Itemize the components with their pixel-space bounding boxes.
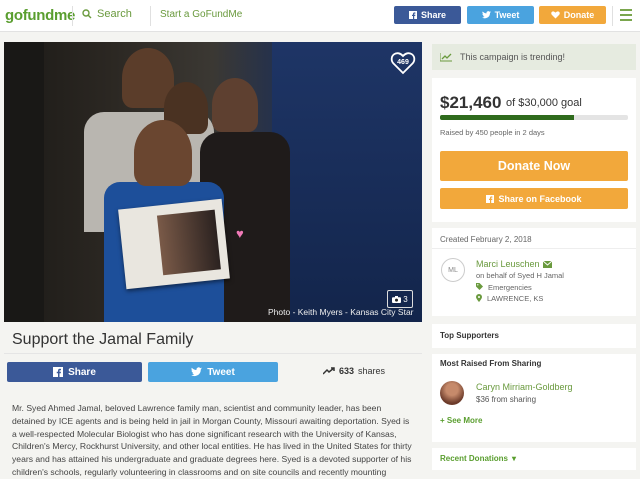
tweet-button[interactable]: Tweet — [148, 362, 278, 382]
twitter-icon — [191, 367, 203, 377]
facebook-icon — [408, 11, 417, 19]
amount-raised: $21,460 — [440, 93, 502, 112]
recent-donations-label: Recent Donations — [440, 454, 509, 463]
trending-text: This campaign is trending! — [460, 52, 566, 62]
header-tweet-button[interactable]: Tweet — [467, 6, 534, 24]
start-gofundme-link[interactable]: Start a GoFundMe — [160, 9, 242, 20]
header-donate-button[interactable]: Donate — [539, 6, 606, 24]
photo-wall — [4, 42, 44, 322]
share-on-facebook-label: Share on Facebook — [498, 193, 582, 204]
photo-door — [272, 42, 422, 322]
search-label: Search — [97, 8, 132, 20]
organizer-name: Marci Leuschen — [476, 259, 540, 269]
see-more-link[interactable]: + See More — [440, 416, 482, 425]
campaign-title: Support the Jamal Family — [12, 331, 194, 348]
divider — [72, 6, 73, 26]
donate-now-button[interactable]: Donate Now — [440, 151, 628, 181]
most-raised-title: Most Raised From Sharing — [440, 359, 542, 368]
organizer-category[interactable]: Emergencies — [476, 283, 532, 292]
divider — [150, 6, 151, 26]
search-icon — [82, 9, 92, 19]
header-share-button[interactable]: Share — [394, 6, 461, 24]
heart-icon — [550, 11, 560, 19]
share-on-facebook-button[interactable]: Share on Facebook — [440, 188, 628, 209]
pink-heart-icon: ♥ — [236, 226, 244, 241]
goal-text: of $30,000 goal — [506, 97, 582, 109]
location-label: LAWRENCE, KS — [487, 294, 544, 303]
top-supporters-header[interactable]: Top Supporters — [432, 324, 636, 348]
facebook-icon — [486, 194, 495, 203]
recent-donations-dropdown[interactable]: Recent Donations ▾ — [432, 448, 636, 470]
heart-count: 469 — [397, 59, 409, 66]
most-raised-card: Most Raised From Sharing Caryn Mirriam-G… — [432, 354, 636, 442]
organizer-location: LAWRENCE, KS — [476, 294, 543, 303]
progress-fill — [440, 115, 575, 120]
facebook-icon — [53, 367, 64, 377]
organizer-avatar[interactable]: ML — [441, 258, 465, 282]
campaign-hero-photo[interactable]: ♥ 469 Photo - Keith Myers - Kansas City … — [4, 42, 422, 322]
gofundme-logo[interactable]: gofundme — [5, 7, 75, 24]
photo-credit: Photo - Keith Myers - Kansas City Star — [268, 307, 414, 317]
twitter-icon — [481, 11, 491, 19]
chevron-down-icon: ▾ — [512, 454, 517, 463]
photo-gallery-button[interactable]: 3 — [387, 290, 413, 308]
share-label: Share — [68, 366, 96, 378]
search-link[interactable]: Search — [82, 8, 132, 20]
campaign-story: Mr. Syed Ahmed Jamal, beloved Lawrence f… — [12, 403, 412, 477]
hamburger-menu-icon[interactable] — [620, 9, 632, 21]
heart-count-badge[interactable]: 469 — [390, 50, 416, 76]
created-date: Created February 2, 2018 — [440, 235, 532, 244]
raised-by-text: Raised by 450 people in 2 days — [440, 128, 545, 137]
trending-banner: This campaign is trending! — [432, 44, 636, 70]
shares-count: 633 — [339, 366, 355, 376]
header-tweet-label: Tweet — [494, 10, 520, 20]
trending-arrow-icon — [323, 367, 335, 375]
header-donate-label: Donate — [563, 10, 595, 20]
sharer-amount: $36 from sharing — [476, 395, 537, 404]
shares-label: shares — [358, 366, 386, 376]
envelope-icon[interactable] — [542, 260, 552, 268]
held-family-photo — [118, 198, 230, 290]
divider — [432, 248, 636, 249]
tweet-label: Tweet — [207, 366, 235, 378]
organizer-card: Created February 2, 2018 ML Marci Leusch… — [432, 228, 636, 316]
photo-figure — [212, 78, 258, 132]
location-pin-icon — [476, 294, 482, 302]
divider — [4, 353, 422, 354]
photo-figure — [134, 120, 192, 186]
header-share-label: Share — [420, 10, 446, 20]
tag-icon — [476, 283, 483, 290]
sharer-name[interactable]: Caryn Mirriam-Goldberg — [476, 382, 573, 392]
category-label: Emergencies — [488, 283, 532, 292]
shares-counter: 633 shares — [323, 366, 385, 376]
organizer-on-behalf: on behalf of Syed H Jamal — [476, 271, 564, 280]
progress-bar — [440, 115, 628, 120]
sharer-avatar[interactable] — [440, 381, 464, 405]
organizer-name-link[interactable]: Marci Leuschen — [476, 259, 552, 269]
camera-icon — [392, 295, 402, 303]
divider — [612, 6, 613, 26]
photo-count: 3 — [403, 294, 408, 304]
trending-chart-icon — [440, 52, 452, 61]
facebook-share-button[interactable]: Share — [7, 362, 142, 382]
top-navigation-bar: gofundme Search Start a GoFundMe Share T… — [0, 0, 640, 32]
